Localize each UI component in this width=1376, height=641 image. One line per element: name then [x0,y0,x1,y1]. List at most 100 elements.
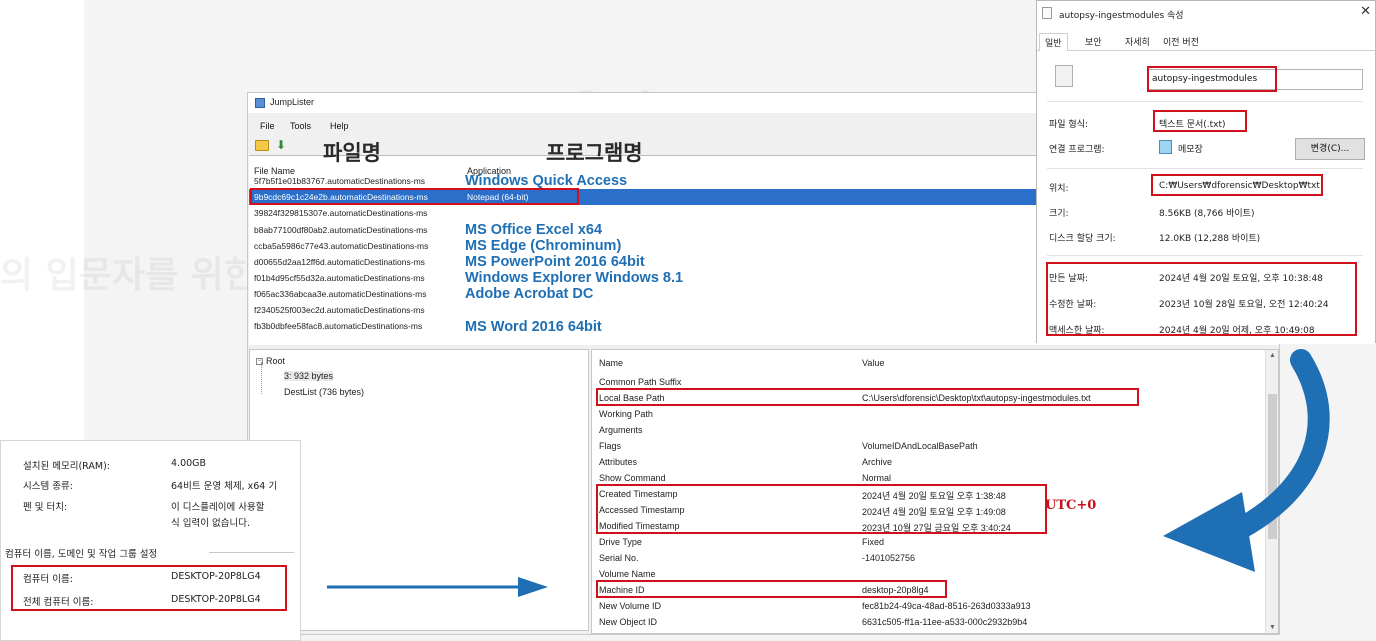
property-value: fec81b24-49ca-48ad-8516-263d0333a913 [862,601,1031,611]
annotation-program-heading: 프로그램명 [546,141,643,165]
property-name: Serial No. [599,553,639,563]
property-value: -1401052756 [862,553,916,563]
tab-security[interactable]: 보안 [1085,35,1102,48]
highlight-file-type [1153,110,1247,132]
jumplister-app-icon [255,98,265,108]
file-icon [1042,7,1052,19]
app-annotation: MS Word 2016 64bit [465,319,602,335]
property-row[interactable]: New Object ID 6631c505-ff1a-11ee-a533-000… [592,614,1262,630]
tree-node-stream[interactable]: 3: 932 bytes [284,371,334,381]
dialog-tabs: 일반 보안 자세히 이전 버전 [1037,33,1375,52]
property-row[interactable]: Attributes Archive [592,454,1262,470]
change-program-button[interactable]: 변경(C)... [1295,138,1365,160]
property-name: New Object ID [599,617,658,627]
property-name: Flags [599,441,622,451]
dialog-title: autopsy-ingestmodules 속성 [1059,11,1184,21]
pen-touch-value-line1: 이 디스플레이에 사용할 [171,502,265,513]
app-annotation: Windows Quick Access [465,173,628,189]
jumplist-row-file: f01b4d95cf55d32a.automaticDestinations-m… [254,273,425,283]
section-divider [209,552,294,553]
highlight-location [1151,174,1323,196]
system-type-label: 시스템 종류: [23,481,73,492]
app-annotation: Adobe Acrobat DC [465,286,594,302]
highlight-timestamps [1046,262,1357,336]
system-type-value: 64비트 운영 체제, x64 기 [171,481,278,492]
close-icon[interactable]: ✕ [1360,4,1371,19]
size-label: 크기: [1049,209,1069,219]
scroll-down-icon[interactable]: ▼ [1269,624,1276,631]
app-annotation: MS Office Excel x64 [465,222,603,238]
pen-touch-value-line2: 식 입력이 없습니다. [171,518,250,529]
system-info-panel: 설치된 메모리(RAM): 4.00GB 시스템 종류: 64비트 운영 체제,… [0,440,301,641]
property-name: Drive Type [599,537,642,547]
tree-node-root-label: Root [266,356,286,366]
menu-tools[interactable]: Tools [290,121,311,131]
jumplist-row-file: b8ab77100df80ab2.automaticDestinations-m… [254,225,428,235]
property-value: VolumeIDAndLocalBasePath [862,441,978,451]
opens-with-value: 메모장 [1178,145,1203,155]
column-header-name[interactable]: Name [599,358,623,368]
highlight-selected-row [250,188,579,205]
properties-pane: Name Value Common Path Suffix Local Base… [591,349,1279,634]
tree-connector [261,362,262,394]
property-name: Working Path [599,409,653,419]
jumplister-title: JumpLister [270,97,315,107]
disk-size-value: 12.0KB (12,288 바이트) [1159,234,1261,244]
jumplist-row-file: 5f7b5f1e01b83767.automaticDestinations-m… [254,176,426,186]
menu-file[interactable]: File [260,121,275,131]
tab-previous-versions[interactable]: 이전 버전 [1163,35,1199,48]
tab-details[interactable]: 자세히 [1125,35,1150,48]
property-value: Normal [862,473,892,483]
collapse-icon[interactable]: − [256,358,263,366]
property-row[interactable]: Drive Type Fixed [592,534,1262,550]
divider [1047,101,1363,102]
highlight-machine-id [596,580,947,598]
jumplist-row-file: f065ac336abcaa3e.automaticDestinations-m… [254,289,427,299]
notepad-icon [1159,140,1172,154]
ram-label: 설치된 메모리(RAM): [23,461,110,472]
scroll-up-icon[interactable]: ▲ [1269,352,1276,359]
dialog-general-panel: autopsy-ingestmodules 파일 형식: 텍스트 문서(.txt… [1037,51,1375,344]
menu-help[interactable]: Help [330,121,349,131]
size-value: 8.56KB (8,766 바이트) [1159,209,1255,219]
tree-node-root[interactable]: − Root [256,356,285,366]
property-row[interactable]: Serial No. -1401052756 [592,550,1262,566]
tab-general[interactable]: 일반 [1039,33,1068,52]
app-annotation: Windows Explorer Windows 8.1 [465,270,684,286]
property-name: Arguments [599,425,643,435]
app-annotation: MS PowerPoint 2016 64bit [465,254,645,270]
property-row[interactable]: Arguments [592,422,1262,438]
refresh-icon[interactable]: ⬇ [276,138,286,152]
property-row[interactable]: New Volume ID fec81b24-49ca-48ad-8516-263… [592,598,1262,614]
disk-size-label: 디스크 할당 크기: [1049,234,1116,244]
scrollbar-thumb[interactable] [1268,394,1277,539]
app-annotation: MS Edge (Chrominum) [465,238,622,254]
dialog-titlebar[interactable]: autopsy-ingestmodules 속성 ✕ [1037,1,1375,27]
tree-node-destlist[interactable]: DestList (736 bytes) [284,387,364,397]
property-name: New Volume ID [599,601,662,611]
property-value: Archive [862,457,893,467]
property-name: Volume Name [599,569,656,579]
file-type-label: 파일 형식: [1049,120,1089,130]
highlight-timestamps [596,484,1047,534]
column-header-value[interactable]: Value [862,358,884,368]
property-name: Common Path Suffix [599,377,682,387]
jumplist-row-file: ccba5a5986c77e43.automaticDestinations-m… [254,241,429,251]
property-row[interactable]: Flags VolumeIDAndLocalBasePath [592,438,1262,454]
highlight-local-base-path [596,388,1139,406]
property-name: Show Command [599,473,666,483]
properties-scrollbar[interactable]: ▲ ▼ [1265,350,1278,633]
file-properties-dialog: autopsy-ingestmodules 속성 ✕ 일반 보안 자세히 이전 … [1036,0,1376,344]
pen-touch-label: 펜 및 터치: [23,502,68,513]
highlight-filename [1147,66,1277,92]
jumplist-row-file: 39824f329815307e.automaticDestinations-m… [254,208,428,218]
ram-value: 4.00GB [171,458,207,469]
property-value: Fixed [862,537,885,547]
property-value: 6631c505-ff1a-11ee-a533-000c2932b9b4 [862,617,1028,627]
property-row[interactable]: Working Path [592,406,1262,422]
open-folder-icon[interactable] [255,140,269,151]
jumplist-row-file: d00655d2aa12ff6d.automaticDestinations-m… [254,257,425,267]
opens-with-label: 연결 프로그램: [1049,145,1105,155]
highlight-computer-name [11,565,287,611]
divider [1047,168,1363,169]
